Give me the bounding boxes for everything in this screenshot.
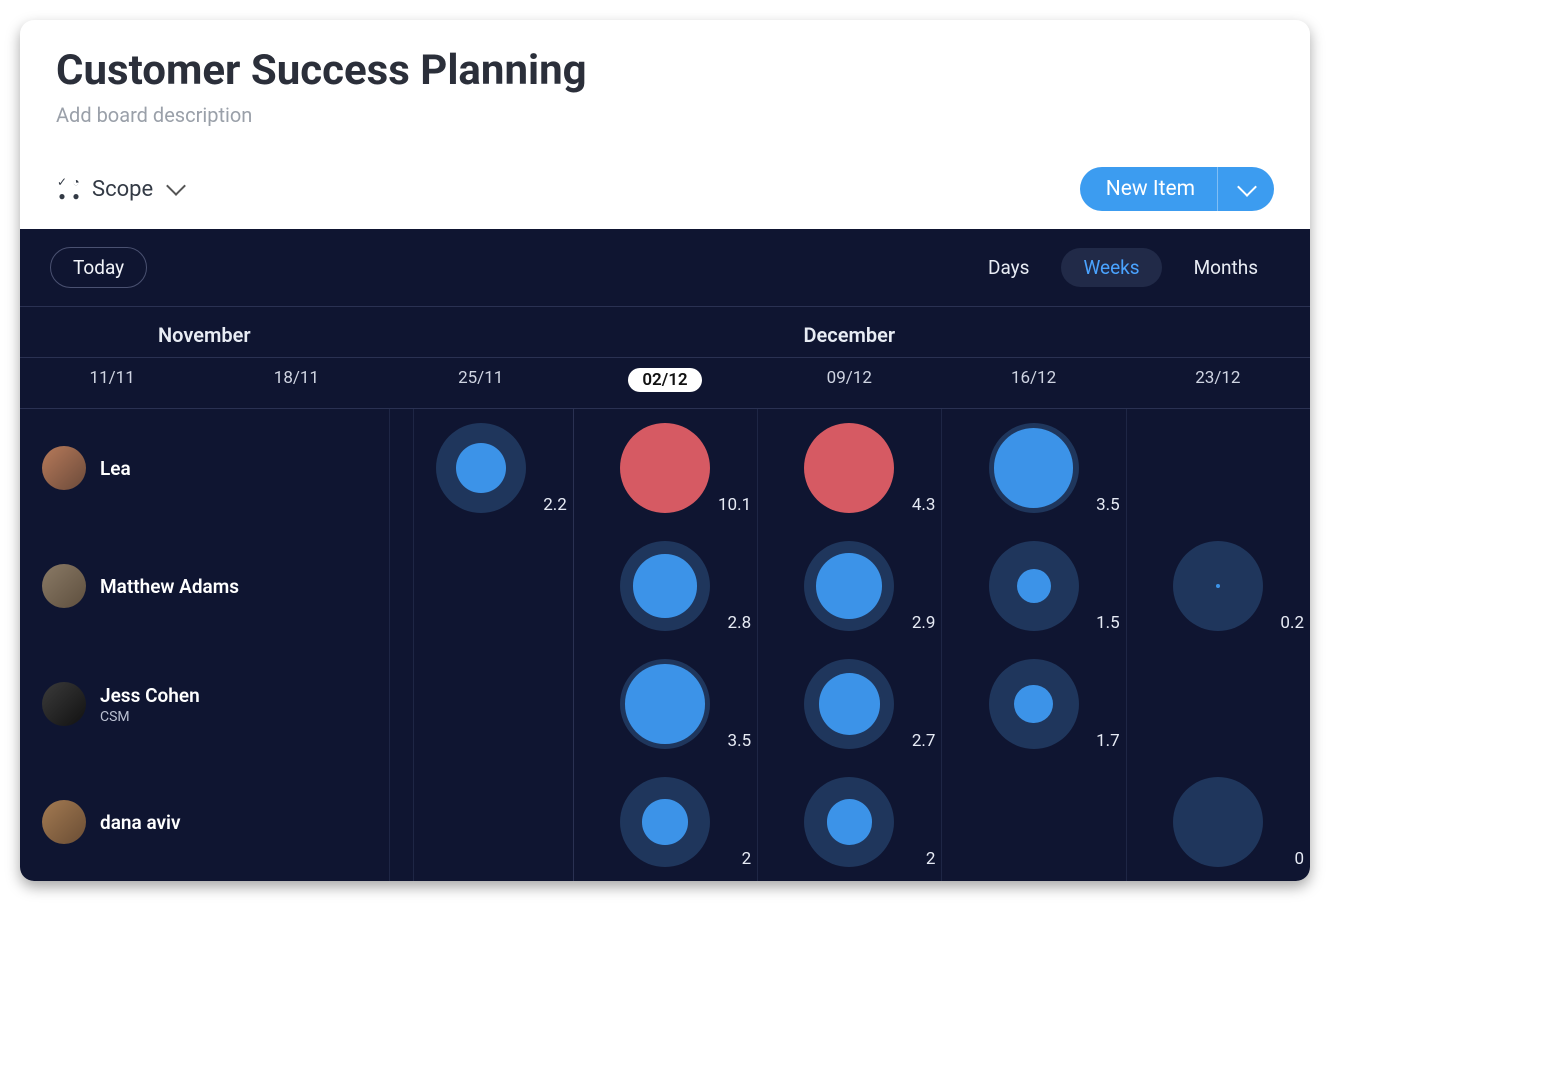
- workload-cell[interactable]: [389, 763, 573, 881]
- date-column-header[interactable]: 11/11: [20, 368, 204, 392]
- workload-value: 2.9: [912, 613, 936, 633]
- dates-header: 11/1118/1125/11 02/12 09/1216/1223/12: [20, 358, 1310, 409]
- workload-topbar: Today Days Weeks Months: [20, 229, 1310, 307]
- workload-value: 1.5: [1096, 613, 1120, 633]
- workload-bubble: [989, 659, 1079, 749]
- workload-value: 2: [742, 849, 752, 869]
- person-role: CSM: [100, 709, 200, 725]
- workload-bubble: [804, 659, 894, 749]
- workload-cell[interactable]: 1.7: [941, 645, 1125, 763]
- workload-cell[interactable]: 0: [1126, 763, 1310, 881]
- range-months[interactable]: Months: [1172, 248, 1280, 287]
- workload-value: 2.2: [543, 495, 567, 515]
- chevron-down-icon: [166, 176, 186, 196]
- board-toolbar: ✓◔●● Scope New Item: [20, 137, 1310, 229]
- person-name: Jess Cohen: [100, 684, 200, 707]
- workload-value: 0: [1294, 849, 1304, 869]
- workload-cell[interactable]: 0.2: [1126, 527, 1310, 645]
- workload-bubble: [620, 423, 710, 513]
- workload-value: 0.2: [1280, 613, 1304, 633]
- workload-bubble: [1173, 777, 1263, 867]
- workload-bubble: [436, 423, 526, 513]
- chevron-down-icon: [1237, 177, 1257, 197]
- today-button[interactable]: Today: [50, 247, 147, 288]
- date-column-header[interactable]: 23/12: [1126, 368, 1310, 392]
- scope-label: Scope: [92, 177, 153, 202]
- workload-bubble: [989, 541, 1079, 631]
- board-title: Customer Success Planning: [56, 46, 1274, 95]
- person-cell[interactable]: Jess Cohen CSM: [20, 682, 389, 726]
- month-label-november: November: [20, 323, 389, 347]
- person-cell[interactable]: Matthew Adams: [20, 564, 389, 608]
- date-column-header[interactable]: 18/11: [204, 368, 388, 392]
- workload-value: 2.7: [912, 731, 936, 751]
- time-range-toggle: Days Weeks Months: [966, 248, 1280, 287]
- person-cell[interactable]: dana aviv: [20, 800, 389, 844]
- workload-row: Matthew Adams 2.8 2.9 1.5 0.2: [20, 527, 1310, 645]
- workload-value: 3.5: [728, 731, 752, 751]
- person-name: dana aviv: [100, 811, 180, 834]
- workload-bubble: [620, 777, 710, 867]
- workload-cell[interactable]: 3.5: [941, 409, 1125, 527]
- workload-cell[interactable]: 2: [573, 763, 757, 881]
- workload-value: 10.1: [718, 495, 751, 515]
- workload-cell[interactable]: 2.9: [757, 527, 941, 645]
- range-weeks[interactable]: Weeks: [1061, 248, 1161, 287]
- month-label-december: December: [389, 323, 1310, 347]
- workload-bubble: [989, 423, 1079, 513]
- board-header: Customer Success Planning Add board desc…: [20, 20, 1310, 137]
- date-column-header[interactable]: 09/12: [757, 368, 941, 392]
- workload-cell[interactable]: 3.5: [573, 645, 757, 763]
- workload-grid: Lea 2.2 10.1 4.3 3.5 Matthew Adams 2.8 2.9 1.5 0.…: [20, 409, 1310, 881]
- workload-cell[interactable]: 2: [757, 763, 941, 881]
- workload-bubble: [620, 541, 710, 631]
- workload-value: 2: [926, 849, 936, 869]
- workload-cell[interactable]: [941, 763, 1125, 881]
- scope-icon: ✓◔●●: [56, 176, 82, 202]
- workload-value: 2.8: [728, 613, 752, 633]
- new-item-dropdown[interactable]: [1218, 167, 1274, 211]
- workload-cell[interactable]: [1126, 645, 1310, 763]
- person-cell[interactable]: Lea: [20, 446, 389, 490]
- board-description-placeholder[interactable]: Add board description: [56, 103, 1274, 127]
- months-header: November December: [20, 307, 1310, 358]
- workload-bubble: [1173, 541, 1263, 631]
- workload-bubble: [620, 659, 710, 749]
- workload-bubble: [804, 541, 894, 631]
- workload-row: dana aviv 2 2 0: [20, 763, 1310, 881]
- workload-cell[interactable]: 10.1: [573, 409, 757, 527]
- board-card: Customer Success Planning Add board desc…: [20, 20, 1310, 881]
- workload-value: 4.3: [912, 495, 936, 515]
- workload-cell[interactable]: 2.7: [757, 645, 941, 763]
- workload-panel: Today Days Weeks Months November Decembe…: [20, 229, 1310, 881]
- current-date-pill: 02/12: [628, 368, 701, 392]
- workload-bubble: [804, 777, 894, 867]
- new-item-button[interactable]: New Item: [1080, 167, 1274, 211]
- workload-row: Jess Cohen CSM 3.5 2.7 1.7: [20, 645, 1310, 763]
- workload-value: 3.5: [1096, 495, 1120, 515]
- workload-cell[interactable]: 2.8: [573, 527, 757, 645]
- avatar: [42, 682, 86, 726]
- workload-cell[interactable]: [389, 645, 573, 763]
- workload-value: 1.7: [1096, 731, 1120, 751]
- workload-cell[interactable]: 4.3: [757, 409, 941, 527]
- scope-dropdown[interactable]: ✓◔●● Scope: [56, 176, 183, 202]
- date-column-header[interactable]: 25/11: [389, 368, 573, 392]
- workload-cell[interactable]: [1126, 409, 1310, 527]
- date-column-header[interactable]: 02/12: [573, 368, 757, 392]
- workload-bubble: [804, 423, 894, 513]
- person-name: Matthew Adams: [100, 575, 239, 598]
- avatar: [42, 564, 86, 608]
- new-item-label: New Item: [1080, 167, 1218, 211]
- avatar: [42, 800, 86, 844]
- workload-cell[interactable]: 2.2: [389, 409, 573, 527]
- date-column-header[interactable]: 16/12: [941, 368, 1125, 392]
- workload-row: Lea 2.2 10.1 4.3 3.5: [20, 409, 1310, 527]
- avatar: [42, 446, 86, 490]
- person-name: Lea: [100, 457, 131, 480]
- workload-cell[interactable]: [389, 527, 573, 645]
- workload-cell[interactable]: 1.5: [941, 527, 1125, 645]
- range-days[interactable]: Days: [966, 248, 1051, 287]
